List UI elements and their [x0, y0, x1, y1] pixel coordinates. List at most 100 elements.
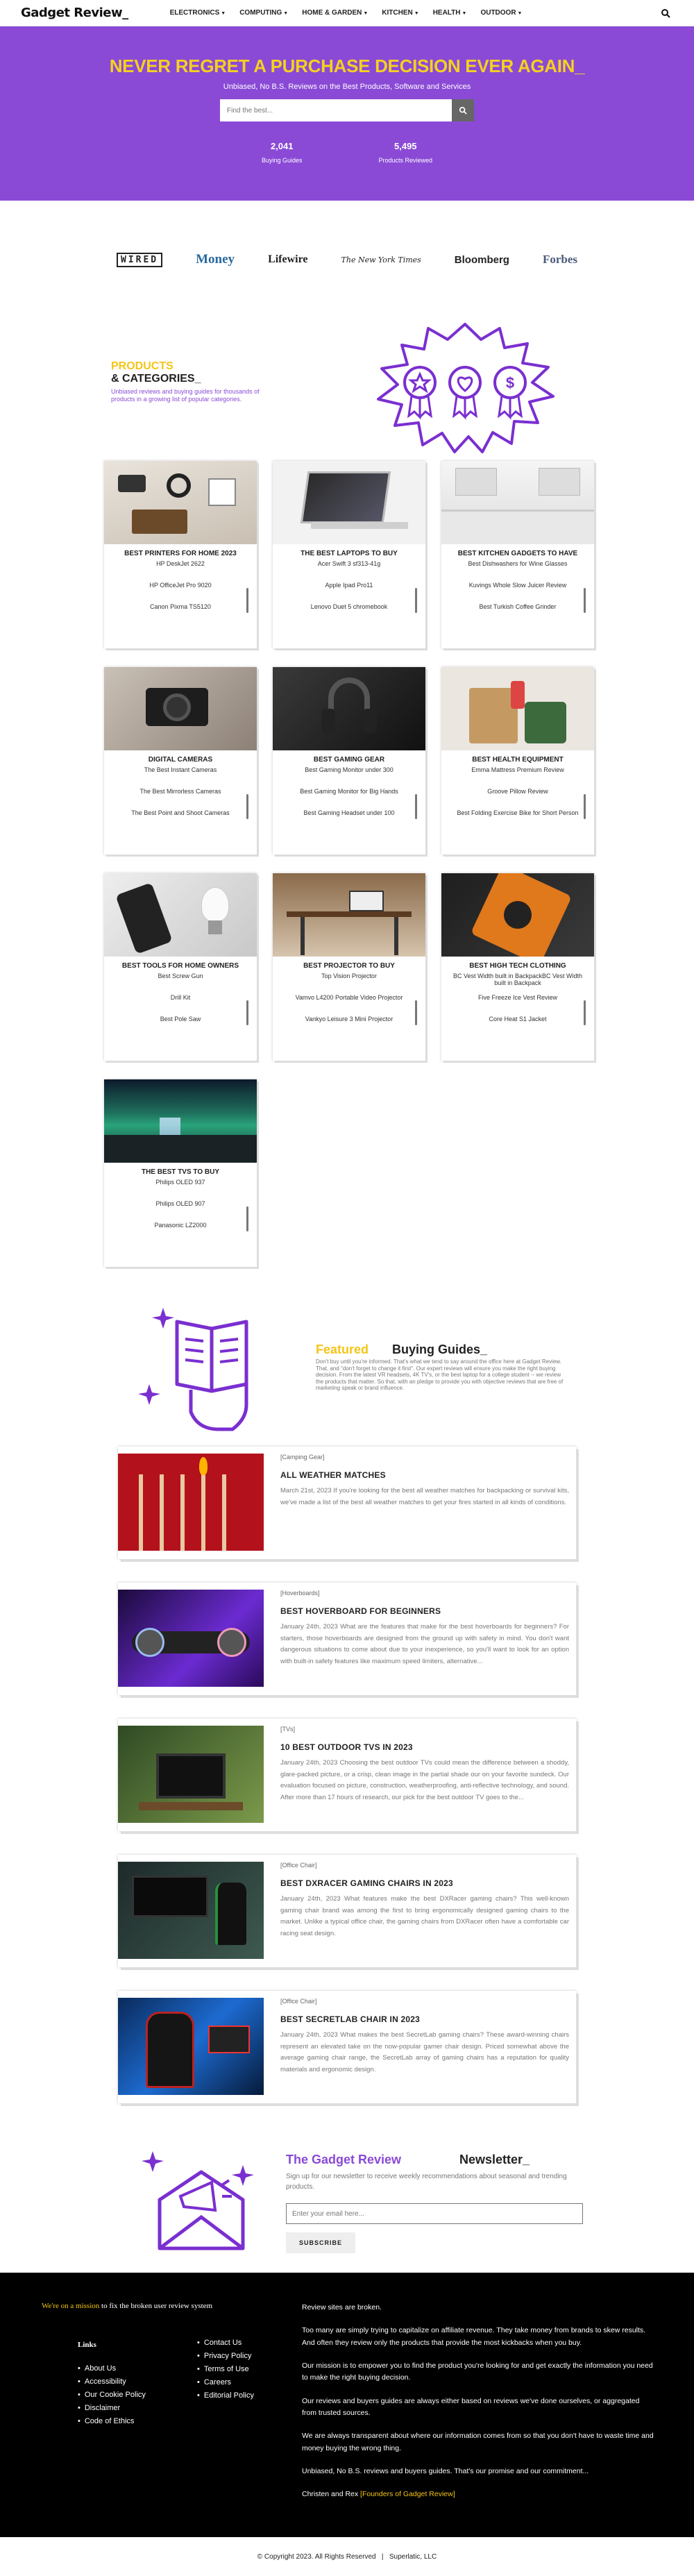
card-link[interactable]: Canon Pixma TS5120 [112, 603, 248, 625]
category-card[interactable]: THE BEST TVS TO BUY Philips OLED 937 Phi… [104, 1079, 257, 1267]
footer-link[interactable]: Disclaimer [78, 2404, 146, 2412]
post-card[interactable]: [Office Chair] BEST SECRETLAB CHAIR IN 2… [118, 1991, 576, 2103]
card-link[interactable]: Lenovo Duet 5 chromebook [281, 603, 417, 625]
post-title[interactable]: BEST SECRETLAB CHAIR IN 2023 [280, 2014, 569, 2024]
post-category[interactable]: [Hoverboards] [280, 1590, 569, 1597]
category-card[interactable]: BEST HIGH TECH CLOTHING BC Vest Width bu… [441, 873, 594, 1061]
post-title[interactable]: BEST HOVERBOARD FOR BEGINNERS [280, 1606, 569, 1616]
card-link[interactable]: Top Vision Projector [281, 973, 417, 994]
footer-link[interactable]: Code of Ethics [78, 2417, 146, 2425]
card-link[interactable]: Apple Ipad Pro11 [281, 582, 417, 603]
hero-title: NEVER REGRET A PURCHASE DECISION EVER AG… [109, 56, 585, 76]
card-link[interactable]: BC Vest Width built in BackpackBC Vest W… [450, 973, 586, 994]
category-card[interactable]: THE BEST LAPTOPS TO BUY Acer Swift 3 sf3… [273, 461, 425, 648]
post-excerpt: March 21st, 2023 If you're looking for t… [280, 1487, 569, 1506]
newsletter-section: The Gadget Review Newsletter_ Sign up for… [0, 2127, 694, 2273]
footer-link[interactable]: Our Cookie Policy [78, 2391, 146, 2399]
scrollbar[interactable] [584, 1000, 586, 1025]
scrollbar[interactable] [246, 1000, 248, 1025]
category-card[interactable]: BEST PROJECTOR TO BUY Top Vision Project… [273, 873, 425, 1061]
post-card[interactable]: [Hoverboards] BEST HOVERBOARD FOR BEGINN… [118, 1583, 576, 1695]
footer-link[interactable]: Contact Us [197, 2339, 254, 2347]
footer-link[interactable]: Privacy Policy [197, 2352, 254, 2360]
card-link[interactable]: Best Pole Saw [112, 1016, 248, 1037]
category-card[interactable]: BEST TOOLS FOR HOME OWNERS Best Screw Gu… [104, 873, 257, 1061]
card-link[interactable]: The Best Mirrorless Cameras [112, 788, 248, 809]
footer-link[interactable]: Careers [197, 2378, 254, 2386]
post-category[interactable]: [Office Chair] [280, 1998, 569, 2005]
email-field[interactable] [286, 2203, 583, 2224]
card-link[interactable]: Acer Swift 3 sf313-41g [281, 560, 417, 582]
megaphone-envelope-icon [142, 2151, 254, 2250]
card-link[interactable]: Groove Pillow Review [450, 788, 586, 809]
scrollbar[interactable] [584, 588, 586, 613]
card-link[interactable]: Best Gaming Headset under 100 [281, 809, 417, 831]
featured-header: Featured Buying Guides_ Don't buy until y… [0, 1301, 694, 1447]
footer-link[interactable]: Terms of Use [197, 2365, 254, 2373]
category-card[interactable]: BEST HEALTH EQUIPMENT Emma Mattress Prem… [441, 667, 594, 855]
scrollbar[interactable] [415, 588, 417, 613]
scrollbar[interactable] [246, 794, 248, 819]
card-link[interactable]: Drill Kit [112, 994, 248, 1016]
category-card[interactable]: BEST KITCHEN GADGETS TO HAVE Best Dishwa… [441, 461, 594, 648]
scrollbar[interactable] [246, 1206, 248, 1231]
projector-desk-image [273, 873, 425, 957]
subscribe-button[interactable]: SUBSCRIBE [286, 2232, 355, 2253]
card-title: THE BEST TVS TO BUY [141, 1168, 220, 1176]
category-card[interactable]: DIGITAL CAMERAS The Best Instant Cameras… [104, 667, 257, 855]
card-link[interactable]: Best Folding Exercise Bike for Short Per… [450, 809, 586, 831]
card-link[interactable]: Panasonic LZ2000 [112, 1222, 248, 1243]
post-category[interactable]: [TVs] [280, 1726, 569, 1733]
card-link[interactable]: Kuvings Whole Slow Juicer Review [450, 582, 586, 603]
post-title[interactable]: 10 BEST OUTDOOR TVS IN 2023 [280, 1742, 569, 1752]
footer-link[interactable]: Editorial Policy [197, 2391, 254, 2400]
menu-health[interactable]: HEALTH ▼ [433, 9, 467, 17]
post-category[interactable]: [Office Chair] [280, 1862, 569, 1869]
menu-computing[interactable]: COMPUTING ▼ [239, 9, 288, 17]
category-card[interactable]: BEST PRINTERS FOR HOME 2023 HP DeskJet 2… [104, 461, 257, 648]
card-link[interactable]: Vamvo L4200 Portable Video Projector [281, 994, 417, 1016]
card-link[interactable]: Five Freeze Ice Vest Review [450, 994, 586, 1016]
search-button[interactable] [452, 99, 474, 121]
post-title[interactable]: ALL WEATHER MATCHES [280, 1470, 569, 1480]
scrollbar[interactable] [246, 588, 248, 613]
scrollbar[interactable] [584, 794, 586, 819]
post-card[interactable]: [Office Chair] BEST DXRACER GAMING CHAIR… [118, 1855, 576, 1967]
menu-kitchen[interactable]: KITCHEN ▼ [382, 9, 418, 17]
site-logo[interactable]: Gadget Review_ [21, 6, 128, 20]
card-link[interactable]: HP DeskJet 2622 [112, 560, 248, 582]
card-link[interactable]: Best Dishwashers for Wine Glasses [450, 560, 586, 582]
founders-link[interactable]: [Founders of Gadget Review] [360, 2490, 455, 2498]
post-title[interactable]: BEST DXRACER GAMING CHAIRS IN 2023 [280, 1878, 569, 1888]
card-link[interactable]: Core Heat S1 Jacket [450, 1016, 586, 1037]
hero-search [220, 99, 474, 121]
stat-products-reviewed: 5,495 Products Reviewed [378, 141, 433, 164]
card-link[interactable]: Philips OLED 907 [112, 1200, 248, 1222]
menu-outdoor[interactable]: OUTDOOR ▼ [480, 9, 522, 17]
scrollbar[interactable] [415, 794, 417, 819]
card-link[interactable]: Emma Mattress Premium Review [450, 766, 586, 788]
post-category[interactable]: [Camping Gear] [280, 1454, 569, 1460]
card-link[interactable]: The Best Instant Cameras [112, 766, 248, 788]
hoverboard-image [118, 1590, 264, 1687]
category-card[interactable]: BEST GAMING GEAR Best Gaming Monitor und… [273, 667, 425, 855]
search-input[interactable] [220, 99, 452, 121]
post-card[interactable]: [Camping Gear] ALL WEATHER MATCHES March… [118, 1447, 576, 1559]
card-link[interactable]: Best Screw Gun [112, 973, 248, 994]
menu-home-garden[interactable]: HOME & GARDEN ▼ [302, 9, 368, 17]
card-link[interactable]: Best Turkish Coffee Grinder [450, 603, 586, 625]
newsletter-title: The Gadget Review Newsletter_ Sign up for… [286, 2153, 591, 2192]
card-link[interactable]: Philips OLED 937 [112, 1179, 248, 1200]
card-link[interactable]: The Best Point and Shoot Cameras [112, 809, 248, 831]
stat-buying-guides: 2,041 Buying Guides [261, 141, 303, 164]
scrollbar[interactable] [415, 1000, 417, 1025]
footer-link[interactable]: Accessibility [78, 2377, 146, 2386]
card-link[interactable]: Best Gaming Monitor for Big Hands [281, 788, 417, 809]
footer-link[interactable]: About Us [78, 2364, 146, 2373]
card-link[interactable]: Best Gaming Monitor under 300 [281, 766, 417, 788]
menu-electronics[interactable]: ELECTRONICS ▼ [170, 9, 226, 17]
post-card[interactable]: [TVs] 10 BEST OUTDOOR TVS IN 2023 Januar… [118, 1719, 576, 1831]
card-link[interactable]: Vankyo Leisure 3 Mini Projector [281, 1016, 417, 1037]
search-icon[interactable] [661, 8, 670, 18]
card-link[interactable]: HP OfficeJet Pro 9020 [112, 582, 248, 603]
